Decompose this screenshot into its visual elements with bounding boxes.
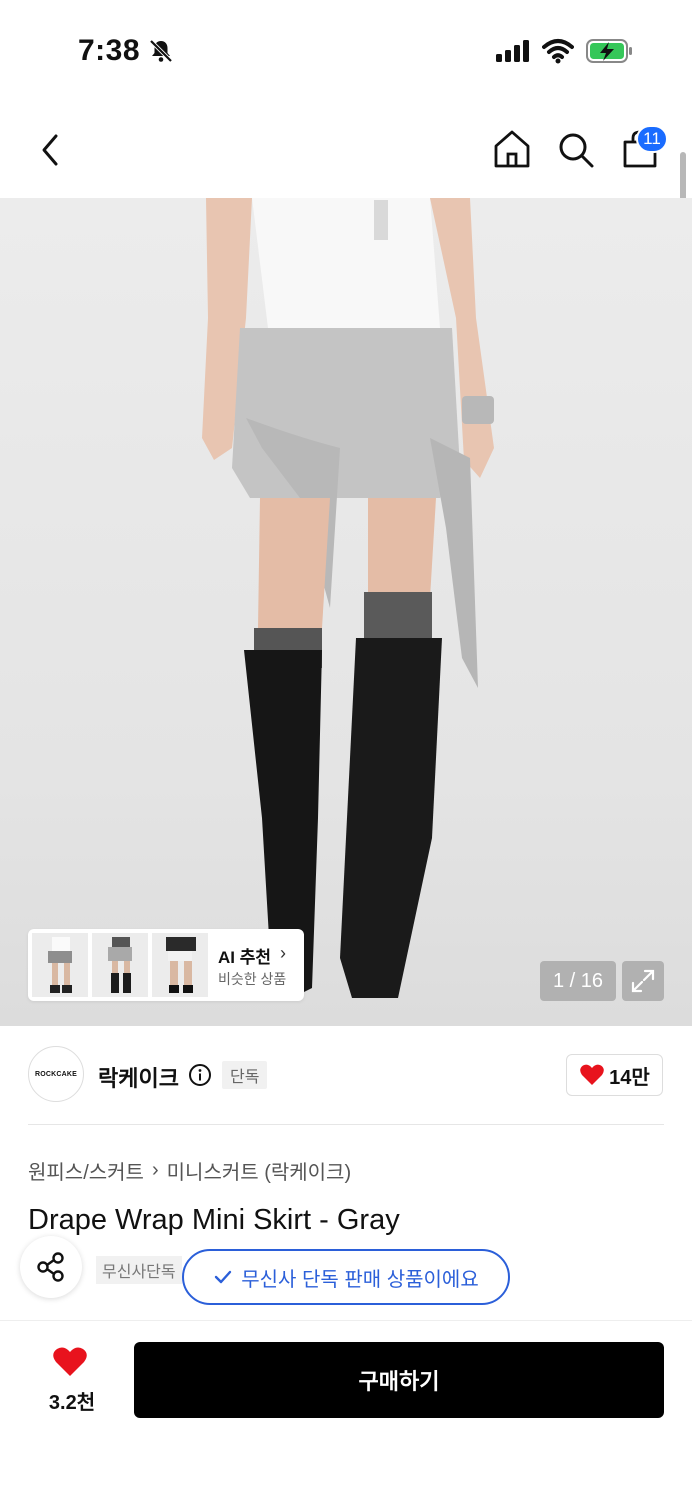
check-icon xyxy=(215,1270,232,1284)
bell-muted-icon xyxy=(149,39,173,63)
expand-image-button[interactable] xyxy=(622,961,664,1001)
home-icon[interactable] xyxy=(492,128,532,170)
search-icon[interactable] xyxy=(556,130,596,170)
heart-icon xyxy=(580,1064,604,1085)
wishlist-count: 3.2천 xyxy=(48,1392,96,1414)
ai-recommend-title: AI 추천 xyxy=(218,948,272,967)
musinsa-exclusive-tag: 무신사단독 xyxy=(96,1256,182,1284)
exclusive-toast: 무신사 단독 판매 상품이에요 xyxy=(182,1249,510,1305)
status-time: 7:38 xyxy=(78,34,141,67)
chevron-right-icon: › xyxy=(280,943,286,963)
image-page-counter: 1 / 16 xyxy=(540,961,616,1001)
brand-like-button[interactable]: 14만 xyxy=(566,1054,663,1096)
product-title: Drape Wrap Mini Skirt - Gray xyxy=(28,1204,400,1236)
recommendation-thumbnail[interactable] xyxy=(152,933,208,997)
recommendation-thumbnail[interactable] xyxy=(92,933,148,997)
divider xyxy=(28,1124,664,1125)
battery-charging-icon xyxy=(586,39,632,63)
ai-recommendation-card[interactable]: AI 추천 › 비슷한 상품 xyxy=(28,929,304,1001)
ai-recommend-subtitle: 비슷한 상품 xyxy=(218,971,287,987)
toast-text: 무신사 단독 판매 상품이에요 xyxy=(241,1268,479,1291)
status-bar: 7:38 xyxy=(0,0,692,100)
breadcrumb-subcategory[interactable]: 미니스커트 (락케이크) xyxy=(167,1156,351,1185)
breadcrumb-category[interactable]: 원피스/스커트 xyxy=(28,1156,144,1185)
exclusive-tag: 단독 xyxy=(222,1061,268,1089)
breadcrumb: 원피스/스커트 › 미니스커트 (락케이크) xyxy=(28,1156,351,1185)
product-image-carousel[interactable] xyxy=(0,198,692,1026)
wishlist-heart-icon[interactable] xyxy=(52,1346,88,1378)
share-icon xyxy=(37,1252,64,1282)
brand-logo[interactable]: ROCKCAKE xyxy=(28,1046,84,1102)
cart-count-badge: 11 xyxy=(636,125,668,153)
expand-icon xyxy=(631,969,655,993)
chevron-right-icon: › xyxy=(151,1159,159,1181)
share-button[interactable] xyxy=(20,1236,82,1298)
cellular-signal-icon xyxy=(496,40,529,62)
brand-like-count: 14만 xyxy=(609,1066,650,1089)
info-icon[interactable] xyxy=(188,1063,212,1087)
wifi-icon xyxy=(542,39,574,64)
brand-name[interactable]: 락케이크 xyxy=(98,1061,179,1093)
product-photo xyxy=(202,198,494,998)
back-arrow-icon[interactable] xyxy=(34,130,66,170)
buy-button[interactable]: 구매하기 xyxy=(134,1342,664,1418)
recommendation-thumbnail[interactable] xyxy=(32,933,88,997)
